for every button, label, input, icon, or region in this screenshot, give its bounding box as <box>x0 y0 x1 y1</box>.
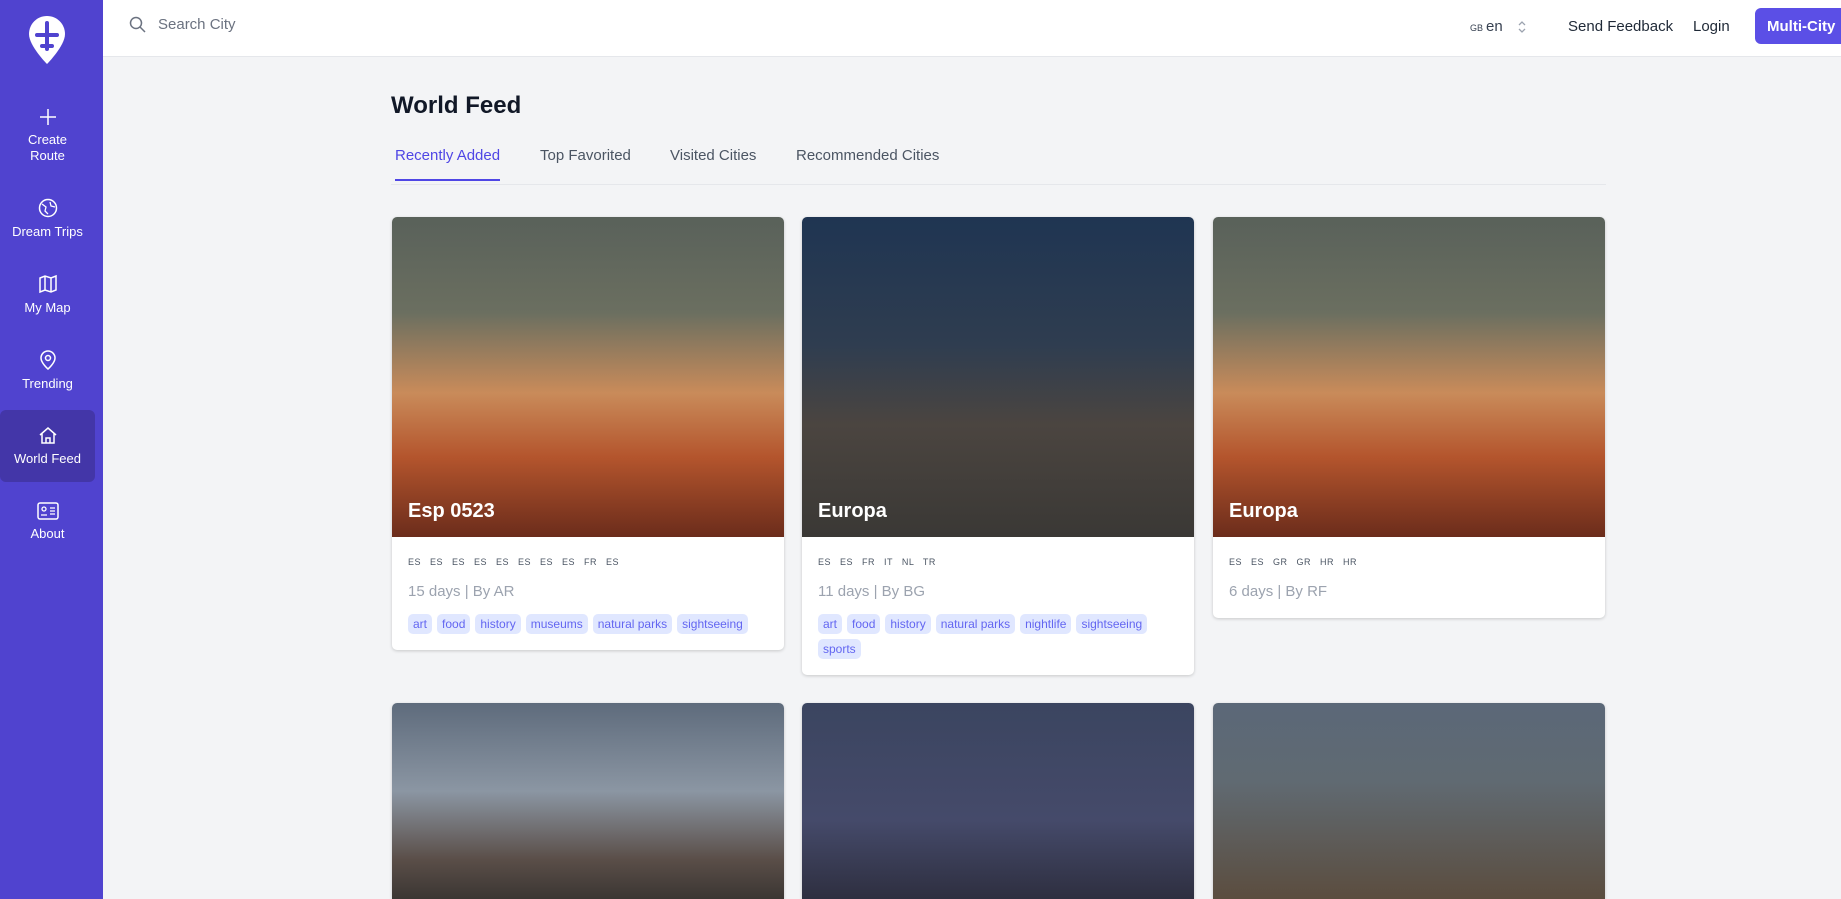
tab-recommended-cities[interactable]: Recommended Cities <box>796 147 939 179</box>
tag: history <box>885 614 931 634</box>
sidebar-item-label: About <box>30 526 65 541</box>
sidebar-item-label: Dream Trips <box>12 224 83 239</box>
sidebar-item-label: Create Route <box>27 132 68 163</box>
flag-code: GB <box>1470 23 1484 33</box>
route-card[interactable] <box>1213 703 1605 899</box>
card-meta: 15 days | By AR <box>408 583 515 600</box>
sidebar-item-label: World Feed <box>14 451 81 466</box>
top-bar: Search City GB en Send Feedback Login Mul… <box>103 0 1841 57</box>
search-icon <box>129 16 146 33</box>
route-card[interactable] <box>392 703 784 899</box>
sidebar-item-create-route[interactable]: Create Route <box>0 100 95 172</box>
chevron-up-down-icon <box>1518 20 1526 33</box>
tag: sightseeing <box>677 614 748 634</box>
route-card[interactable] <box>802 703 1194 899</box>
tag: sports <box>818 639 861 659</box>
country-flags: ES ES ES ES ES ES ES ES FR ES <box>408 557 620 567</box>
tag: nightlife <box>1020 614 1072 634</box>
multi-city-button[interactable]: Multi-City <box>1755 8 1841 44</box>
card-meta: 11 days | By BG <box>818 583 925 600</box>
route-card[interactable]: Esp 0523 ES ES ES ES ES ES ES ES FR ES 1… <box>392 217 784 650</box>
plus-icon <box>39 109 56 125</box>
sidebar-item-label: Trending <box>22 376 73 391</box>
sidebar-item-dream-trips[interactable]: Dream Trips <box>0 183 95 255</box>
globe-icon <box>38 198 57 218</box>
send-feedback-link[interactable]: Send Feedback <box>1568 18 1673 35</box>
card-title: Europa <box>1229 500 1298 522</box>
tag: sightseeing <box>1076 614 1148 634</box>
card-title: Esp 0523 <box>408 500 495 522</box>
tag: natural parks <box>592 614 673 634</box>
card-image: Europa <box>1213 217 1605 537</box>
feed-tabs: Recently Added Top Favorited Visited Cit… <box>391 142 1606 185</box>
sidebar: Create Route Dream Trips My Map Trending… <box>0 0 103 899</box>
tag: art <box>818 614 843 634</box>
sidebar-item-trending[interactable]: Trending <box>0 335 95 407</box>
tab-top-favorited[interactable]: Top Favorited <box>540 147 631 179</box>
route-card[interactable]: Europa ES ES GR GR HR HR 6 days | By RF <box>1213 217 1605 618</box>
route-card[interactable]: Europa ES ES FR IT NL TR 11 days | By BG… <box>802 217 1194 675</box>
home-icon <box>39 427 56 444</box>
card-title: Europa <box>818 500 887 522</box>
tag: art <box>408 614 433 634</box>
card-image <box>392 703 784 899</box>
tag: food <box>437 614 471 634</box>
id-card-icon <box>36 502 59 520</box>
language-value: en <box>1486 18 1503 35</box>
sidebar-item-label: My Map <box>24 300 71 315</box>
map-icon <box>38 274 57 294</box>
plane-pin-logo-icon[interactable] <box>29 16 65 64</box>
language-select[interactable]: GB en <box>1470 18 1527 35</box>
card-meta: 6 days | By RF <box>1229 583 1328 600</box>
tag: natural parks <box>935 614 1016 634</box>
card-image: Esp 0523 <box>392 217 784 537</box>
sidebar-item-world-feed[interactable]: World Feed <box>0 410 95 482</box>
sidebar-item-my-map[interactable]: My Map <box>0 259 95 331</box>
card-image: Europa <box>802 217 1194 537</box>
country-flags: ES ES GR GR HR HR <box>1229 557 1358 567</box>
tag: history <box>475 614 521 634</box>
search-placeholder: Search City <box>158 16 236 33</box>
card-image <box>802 703 1194 899</box>
map-pin-icon <box>39 350 56 370</box>
card-image <box>1213 703 1605 899</box>
page-title: World Feed <box>391 92 522 119</box>
login-link[interactable]: Login <box>1693 18 1730 35</box>
tag: food <box>847 614 881 634</box>
tag: museums <box>525 614 588 634</box>
country-flags: ES ES FR IT NL TR <box>818 557 936 567</box>
tab-visited-cities[interactable]: Visited Cities <box>670 147 756 179</box>
sidebar-item-about[interactable]: About <box>0 486 95 558</box>
search-input[interactable]: Search City <box>129 16 236 33</box>
tab-recently-added[interactable]: Recently Added <box>395 147 501 181</box>
